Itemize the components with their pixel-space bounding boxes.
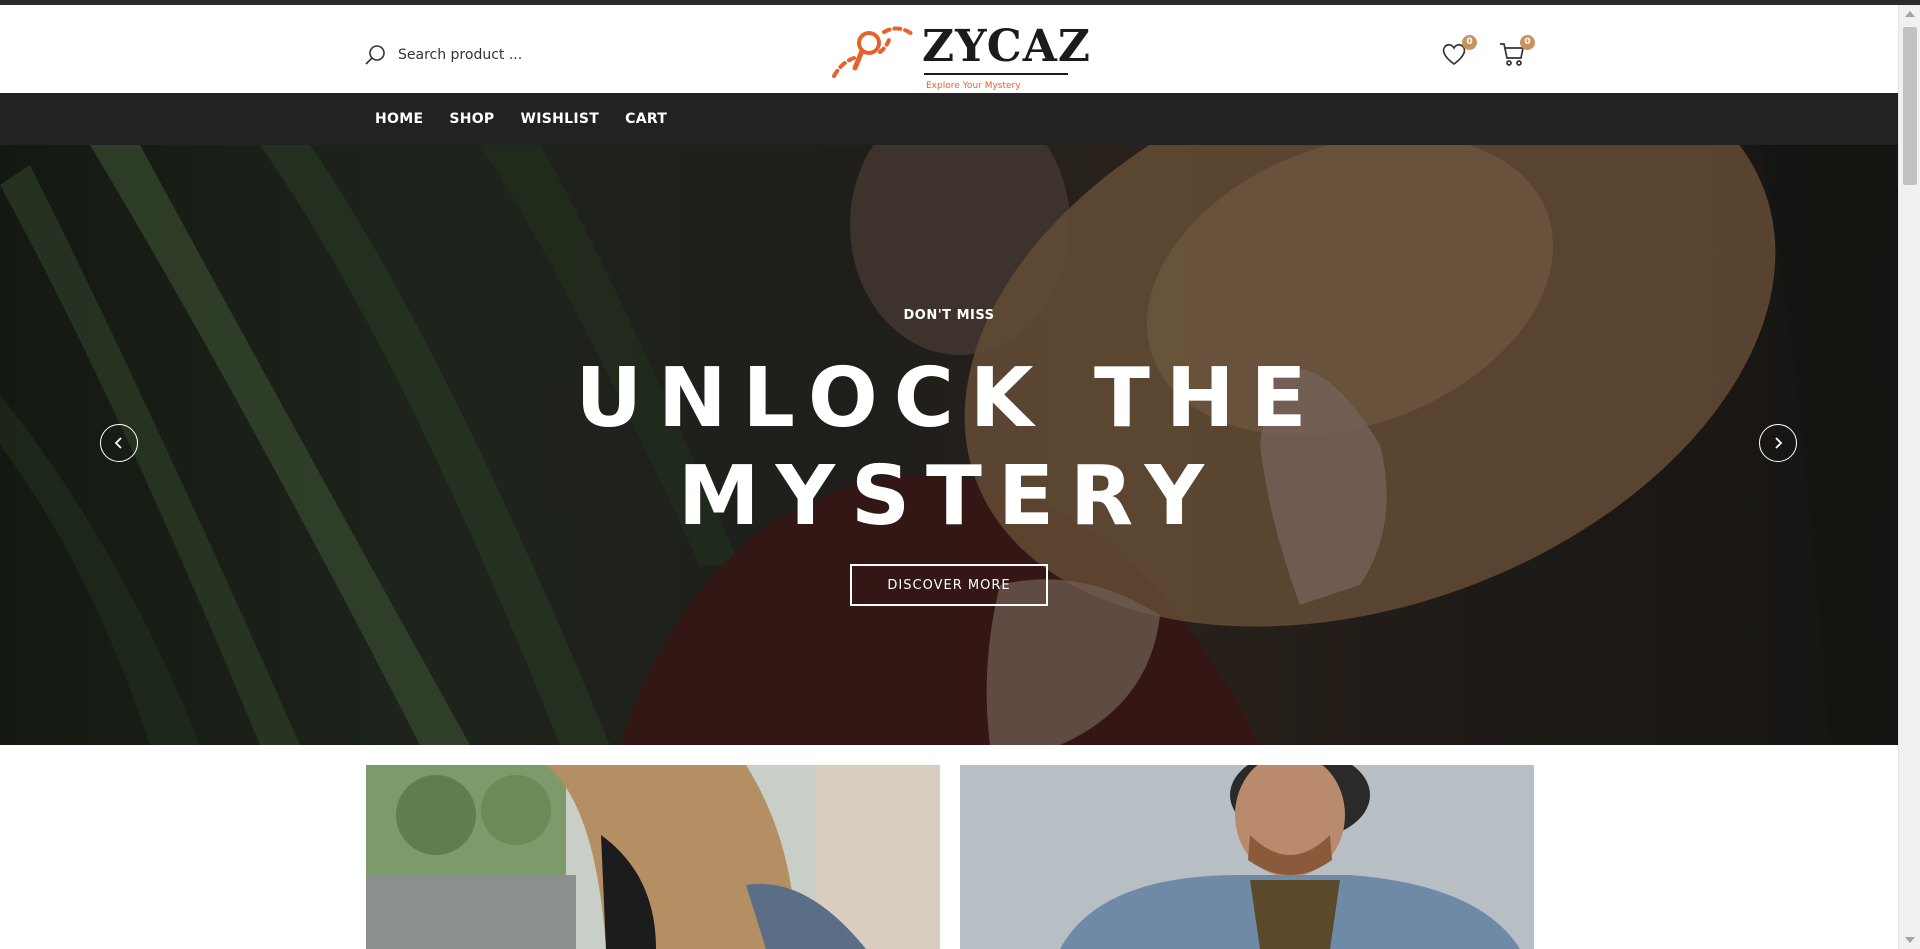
logo-tagline: Explore Your Mystery: [926, 81, 1021, 91]
slider-prev-button[interactable]: [100, 424, 138, 462]
scroll-up-arrow-icon[interactable]: [1905, 11, 1915, 17]
nav-item-shop[interactable]: SHOP: [449, 111, 494, 127]
nav-item-cart[interactable]: CART: [625, 111, 667, 127]
page-scrollbar[interactable]: [1898, 5, 1920, 949]
hero-title-line-1: UNLOCK THE: [575, 351, 1323, 446]
logo-wordmark: ZYCAZ: [922, 21, 1092, 72]
search-bar[interactable]: [364, 39, 600, 71]
hero-slider: DON'T MISS UNLOCK THE MYSTERY DISCOVER M…: [0, 145, 1898, 745]
nav-item-wishlist[interactable]: WISHLIST: [521, 111, 600, 127]
category-card-men[interactable]: [960, 765, 1534, 949]
logo-underline: [924, 73, 1068, 75]
cart-count-badge: 0: [1520, 35, 1535, 50]
site-logo[interactable]: ZYCAZ Explore Your Mystery: [828, 22, 1090, 91]
category-image-women: [366, 765, 940, 949]
hero-title: UNLOCK THE MYSTERY: [0, 350, 1898, 546]
search-icon[interactable]: [364, 43, 388, 67]
wishlist-count-badge: 0: [1462, 35, 1477, 50]
nav-item-home[interactable]: HOME: [375, 111, 423, 127]
wishlist-button[interactable]: 0: [1439, 35, 1477, 69]
chevron-right-icon: [1775, 437, 1783, 449]
site-header: ZYCAZ Explore Your Mystery 0 0: [0, 5, 1898, 93]
magnifier-logo-icon: [832, 26, 914, 78]
discover-more-button[interactable]: DISCOVER MORE: [850, 564, 1048, 606]
chevron-left-icon: [114, 437, 122, 449]
main-nav: HOME SHOP WISHLIST CART: [0, 93, 1898, 145]
slider-next-button[interactable]: [1759, 424, 1797, 462]
search-input[interactable]: [396, 46, 600, 64]
category-image-men: [960, 765, 1534, 949]
cart-button[interactable]: 0: [1497, 35, 1535, 69]
hero-eyebrow: DON'T MISS: [903, 308, 995, 323]
category-card-women[interactable]: [366, 765, 940, 949]
scroll-down-arrow-icon[interactable]: [1905, 937, 1915, 943]
hero-title-line-2: MYSTERY: [677, 449, 1221, 544]
scrollbar-thumb[interactable]: [1903, 27, 1917, 185]
